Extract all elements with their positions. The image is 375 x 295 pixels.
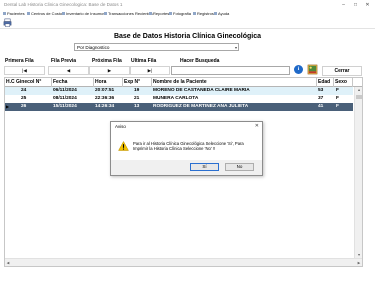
- table-row-selected[interactable]: ▶ 26 15/11/2024 14:26:34 13 RODRIGUEZ DE…: [5, 103, 353, 111]
- column-header[interactable]: Exp N°: [123, 78, 152, 87]
- close-form-button[interactable]: Cerrar: [322, 66, 362, 76]
- menu-item-icon: [27, 12, 30, 16]
- menu-registros[interactable]: Registros: [193, 11, 214, 16]
- hc-cell: 26: [21, 104, 27, 109]
- menu-label: Transacciones Recientes: [108, 11, 153, 16]
- search-mode-select[interactable]: Por Diagnostico ▾: [74, 43, 239, 51]
- column-header[interactable]: H.C Ginecol N°: [5, 78, 52, 87]
- menu-label: Reportes: [153, 11, 170, 16]
- search-label: Hacer Busqueda: [180, 58, 220, 64]
- horizontal-scrollbar[interactable]: ◀ ▶: [5, 258, 362, 266]
- first-row-button[interactable]: |◀: [4, 66, 45, 75]
- confirm-dialog: Aviso ✕ Para ir al Historia Clínica Gine…: [110, 121, 263, 176]
- menu-item-icon: [62, 12, 65, 16]
- menu-label: Pacientes: [7, 11, 25, 16]
- sex-cell: F: [336, 96, 339, 101]
- maximize-button[interactable]: □: [350, 1, 361, 9]
- print-icon[interactable]: [3, 18, 12, 27]
- scroll-thumb[interactable]: [356, 95, 362, 99]
- exp-cell: 19: [134, 88, 140, 93]
- patient-name-cell: MORENO DE CASTANEDA CLAIRE MARIA: [153, 88, 250, 93]
- menu-fotografia[interactable]: Fotografia: [169, 11, 191, 16]
- hc-cell: 25: [21, 96, 27, 101]
- next-row-button[interactable]: ▶: [89, 66, 130, 75]
- age-cell: 53: [318, 88, 324, 93]
- minimize-button[interactable]: –: [338, 1, 349, 9]
- current-row-indicator: ▶: [6, 104, 10, 109]
- close-button[interactable]: ✕: [362, 1, 373, 9]
- dialog-close-icon[interactable]: ✕: [255, 123, 259, 129]
- next-row-label: Próxima Fila: [92, 58, 122, 64]
- menu-item-icon: [214, 12, 217, 16]
- sex-cell: F: [336, 104, 339, 109]
- scroll-up-icon[interactable]: ▲: [355, 87, 363, 93]
- vertical-scrollbar[interactable]: ▲ ▼: [354, 87, 362, 258]
- last-row-button[interactable]: ▶|: [130, 66, 170, 75]
- age-cell: 41: [318, 104, 324, 109]
- menu-label: Fotografia: [173, 11, 192, 16]
- table-row[interactable]: 25 08/11/2024 22:36:36 21 MUNERA CARLOTA…: [5, 95, 353, 103]
- menu-item-icon: [149, 12, 152, 16]
- menu-item-icon: [193, 12, 196, 16]
- window-title: Dental Lab Historia Clinica Ginecologica…: [4, 2, 123, 7]
- menu-label: Registros: [197, 11, 214, 16]
- menu-pacientes[interactable]: Pacientes: [3, 11, 25, 16]
- menu-transacciones-recientes[interactable]: Transacciones Recientes: [104, 11, 153, 16]
- menu-bar: Pacientes Centros de Costos Inventario d…: [0, 10, 375, 17]
- last-row-label: Ultima Fila: [131, 58, 157, 64]
- exp-cell: 21: [134, 96, 140, 101]
- search-mode-value: Por Diagnostico: [77, 45, 110, 50]
- dialog-message: Para ir al Historia Clínica Ginecológica…: [133, 141, 244, 152]
- menu-inventario-de-insumos[interactable]: Inventario de Insumos: [62, 11, 105, 16]
- hc-cell: 24: [21, 88, 27, 93]
- age-cell: 37: [318, 96, 324, 101]
- dialog-title: Aviso: [115, 124, 126, 129]
- no-button[interactable]: No: [225, 163, 254, 171]
- yes-button[interactable]: Sí: [190, 163, 219, 171]
- column-header[interactable]: Sexo: [334, 78, 353, 87]
- menu-label: Centros de Costos: [31, 11, 65, 16]
- menu-ayuda[interactable]: Ayuda: [214, 11, 229, 16]
- chevron-down-icon: ▾: [234, 45, 237, 50]
- scroll-left-icon[interactable]: ◀: [5, 259, 11, 267]
- menu-label: Ayuda: [218, 11, 230, 16]
- warning-icon: [118, 141, 129, 151]
- photo-icon[interactable]: [307, 64, 318, 75]
- first-row-label: Primera Fila: [5, 58, 34, 64]
- search-input[interactable]: [171, 66, 290, 75]
- patient-name-cell: RODRIGUEZ DE MARTINEZ ANA JULIETA: [153, 104, 249, 109]
- sex-cell: F: [336, 88, 339, 93]
- info-icon[interactable]: i: [294, 65, 303, 74]
- dialog-footer: Sí No: [111, 160, 262, 175]
- menu-reportes[interactable]: Reportes: [149, 11, 169, 16]
- date-cell: 08/11/2024: [53, 96, 77, 101]
- menu-centros-de-costos[interactable]: Centros de Costos: [27, 11, 64, 16]
- prev-row-label: Fila Previa: [51, 58, 77, 64]
- menu-item-icon: [3, 12, 6, 16]
- time-cell: 22:36:36: [95, 96, 115, 101]
- title-bar: Dental Lab Historia Clinica Ginecologica…: [0, 0, 375, 10]
- exp-cell: 13: [134, 104, 140, 109]
- grid-header: H.C Ginecol N° Fecha Hora Exp N° Nombre …: [5, 78, 362, 87]
- menu-item-icon: [169, 12, 172, 16]
- time-cell: 20:07:51: [95, 88, 115, 93]
- date-cell: 15/11/2024: [53, 104, 77, 109]
- patient-name-cell: MUNERA CARLOTA: [153, 96, 199, 101]
- form-title: Base de Datos Historia Clínica Ginecológ…: [113, 33, 262, 40]
- column-header[interactable]: Edad: [317, 78, 334, 87]
- date-cell: 06/11/2024: [53, 88, 77, 93]
- column-header[interactable]: Fecha: [52, 78, 94, 87]
- scroll-right-icon[interactable]: ▶: [356, 259, 362, 267]
- toolbar: [0, 17, 375, 29]
- menu-label: Inventario de Insumos: [66, 11, 106, 16]
- menu-item-icon: [104, 12, 107, 16]
- time-cell: 14:26:34: [95, 104, 115, 109]
- table-row[interactable]: 24 06/11/2024 20:07:51 19 MORENO DE CAST…: [5, 87, 353, 95]
- column-header[interactable]: Nombre de la Paciente: [152, 78, 317, 87]
- column-header[interactable]: Hora: [94, 78, 123, 87]
- prev-row-button[interactable]: ◀: [48, 66, 89, 75]
